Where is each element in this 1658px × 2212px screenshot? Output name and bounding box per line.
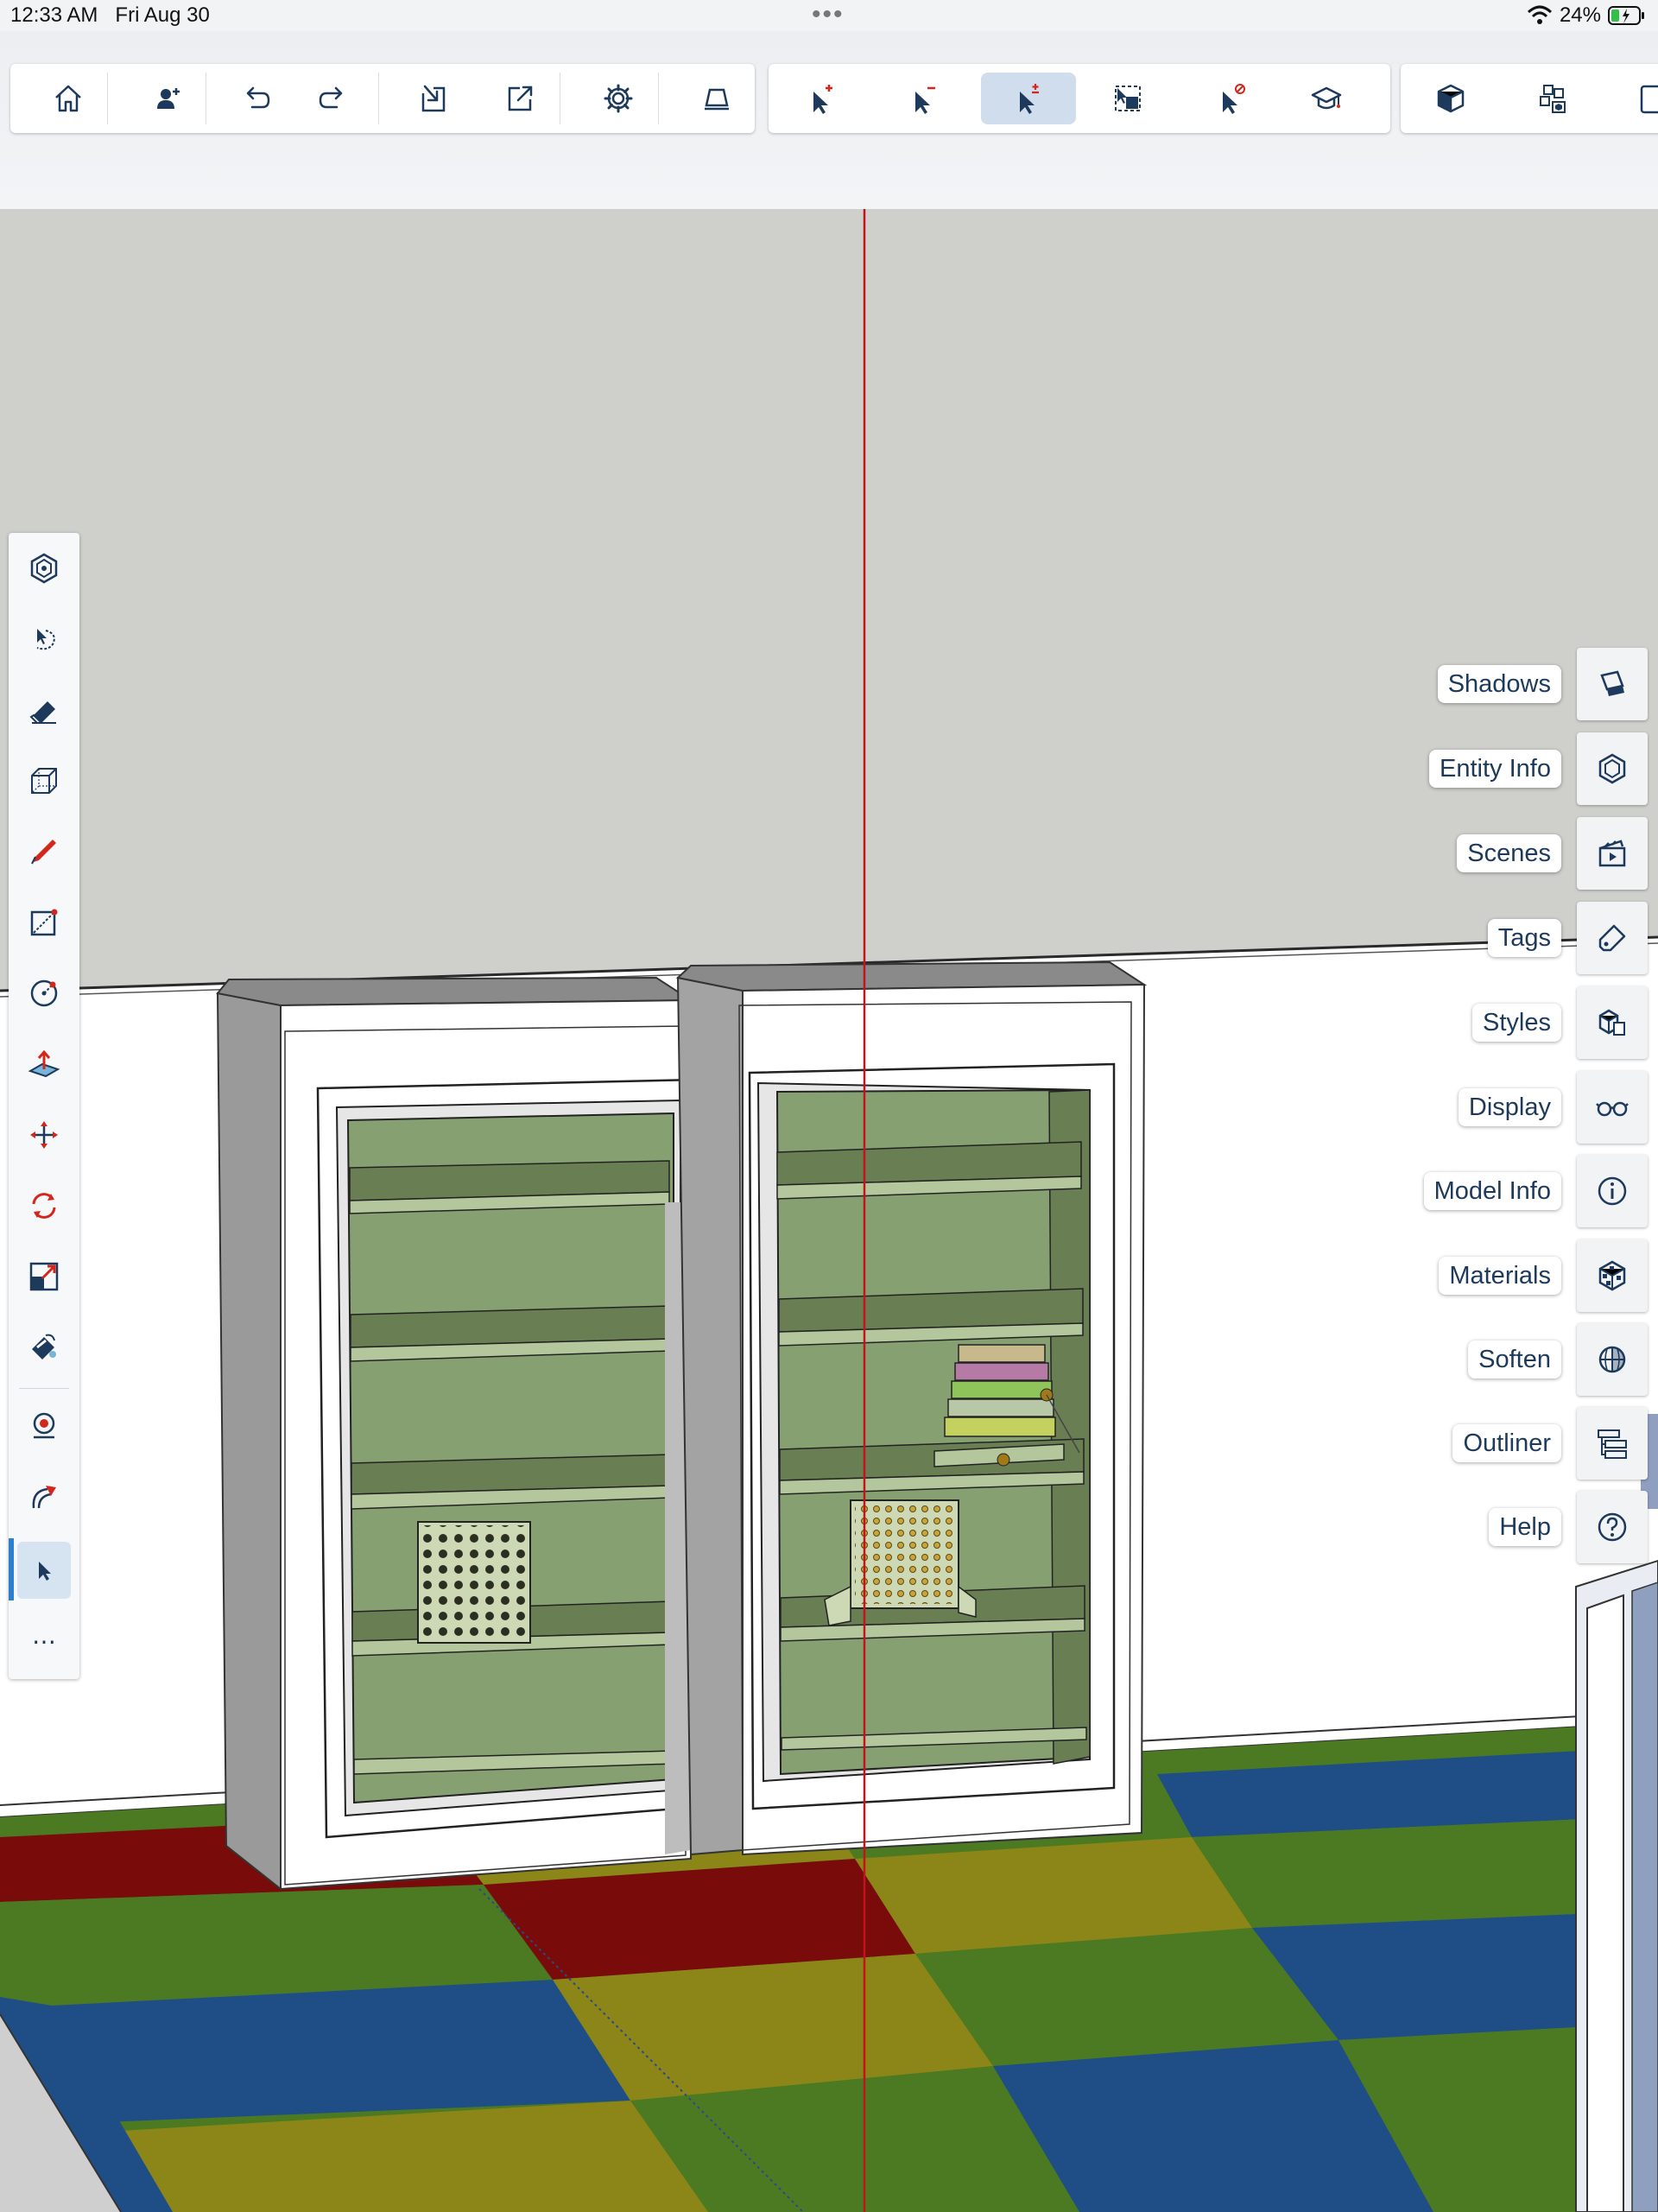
eraser-icon[interactable] <box>17 681 71 738</box>
status-date: Fri Aug 30 <box>115 3 210 27</box>
solid-view-icon[interactable] <box>1423 73 1478 124</box>
panel-entity-info[interactable]: Entity Info <box>1130 732 1648 805</box>
instructor-icon[interactable] <box>1299 73 1354 124</box>
soften-icon[interactable] <box>1577 1323 1648 1396</box>
styles-icon[interactable] <box>1577 986 1648 1059</box>
panel-help[interactable]: Help <box>1130 1491 1648 1563</box>
battery-percent: 24% <box>1559 3 1601 27</box>
select-region-icon[interactable] <box>1100 73 1155 124</box>
left-toolbar: ⋯ <box>9 533 79 1679</box>
scenes-icon[interactable] <box>1577 817 1648 890</box>
more-icon[interactable]: ⋯ <box>17 1613 71 1670</box>
panel-label-shadows[interactable]: Shadows <box>1437 665 1561 703</box>
status-bar: 12:33 AM Fri Aug 30 ••• 24% <box>0 0 1658 31</box>
panel-model-info[interactable]: Model Info <box>1130 1155 1648 1227</box>
panel-outliner[interactable]: Outliner <box>1130 1407 1648 1480</box>
toolbar-group-file <box>10 64 755 133</box>
battery-icon <box>1608 6 1644 25</box>
panel-label-model-info[interactable]: Model Info <box>1423 1172 1561 1210</box>
materials-icon[interactable] <box>1577 1239 1648 1312</box>
top-toolbar-band <box>0 31 1658 209</box>
scale-icon[interactable] <box>17 1248 71 1305</box>
components-icon[interactable] <box>1527 73 1582 124</box>
paint-bucket-icon[interactable] <box>17 1319 71 1376</box>
home-icon[interactable] <box>41 73 96 124</box>
eraser-view-icon[interactable] <box>689 73 744 124</box>
panel-tags[interactable]: Tags <box>1130 902 1648 974</box>
help-icon[interactable] <box>1577 1491 1648 1563</box>
panel-scenes[interactable]: Scenes <box>1130 817 1648 890</box>
panel-label-outliner[interactable]: Outliner <box>1452 1424 1561 1462</box>
import-icon[interactable] <box>406 73 461 124</box>
panel-display[interactable]: Display <box>1130 1071 1648 1144</box>
entity-info-icon[interactable] <box>1577 732 1648 805</box>
cabinet-left <box>216 976 699 1892</box>
panel-label-materials[interactable]: Materials <box>1439 1257 1561 1295</box>
cabinet-right <box>665 960 1148 1856</box>
move-icon[interactable] <box>17 1106 71 1163</box>
select-add-icon[interactable] <box>794 73 850 124</box>
outliner-icon[interactable] <box>1577 1407 1648 1480</box>
panel-label-help[interactable]: Help <box>1489 1508 1561 1546</box>
multitask-dots[interactable]: ••• <box>812 0 845 29</box>
follow-me-icon[interactable] <box>17 1467 71 1524</box>
panel-materials[interactable]: Materials <box>1130 1239 1648 1312</box>
status-time: 12:33 AM <box>10 3 98 27</box>
tape-measure-icon[interactable] <box>17 1397 71 1454</box>
tags-icon[interactable] <box>1577 902 1648 974</box>
circle-icon[interactable] <box>17 965 71 1022</box>
add-user-icon[interactable] <box>140 73 195 124</box>
select-arrow-icon[interactable] <box>17 1542 71 1599</box>
panel-styles[interactable]: Styles <box>1130 986 1648 1059</box>
panel-label-tags[interactable]: Tags <box>1487 919 1561 957</box>
panel-label-scenes[interactable]: Scenes <box>1457 834 1561 872</box>
rotate-icon[interactable] <box>17 1177 71 1234</box>
info-icon[interactable] <box>1577 1155 1648 1227</box>
rectangle-icon[interactable] <box>17 894 71 951</box>
pencil-icon[interactable] <box>17 823 71 880</box>
select-exclude-icon[interactable] <box>1204 73 1259 124</box>
select-toggle-icon[interactable] <box>981 73 1076 124</box>
panel-label-soften[interactable]: Soften <box>1468 1341 1561 1379</box>
undo-icon[interactable] <box>230 73 285 124</box>
toolbar-group-view <box>1401 64 1658 133</box>
panel-label-styles[interactable]: Styles <box>1472 1004 1561 1042</box>
shadows-icon[interactable] <box>1577 648 1648 720</box>
status-right: 24% <box>1527 3 1646 28</box>
display-icon[interactable] <box>1577 1071 1648 1144</box>
toolbar-group-select <box>769 64 1390 133</box>
lasso-select-icon[interactable] <box>17 611 71 668</box>
push-pull-icon[interactable] <box>17 1036 71 1093</box>
redo-icon[interactable] <box>304 73 359 124</box>
status-time-date: 12:33 AM Fri Aug 30 <box>10 3 210 28</box>
orbit-icon[interactable] <box>17 540 71 597</box>
box-icon[interactable] <box>17 752 71 809</box>
select-subtract-icon[interactable] <box>896 73 952 124</box>
panel-soften[interactable]: Soften <box>1130 1323 1648 1396</box>
export-icon[interactable] <box>492 73 547 124</box>
wifi-icon <box>1527 5 1552 24</box>
panel-label-display[interactable]: Display <box>1458 1088 1561 1126</box>
settings-icon[interactable] <box>591 73 646 124</box>
layers-icon[interactable] <box>1630 73 1658 124</box>
panel-label-entity-info[interactable]: Entity Info <box>1429 750 1561 788</box>
panel-shadows[interactable]: Shadows <box>1130 648 1648 720</box>
